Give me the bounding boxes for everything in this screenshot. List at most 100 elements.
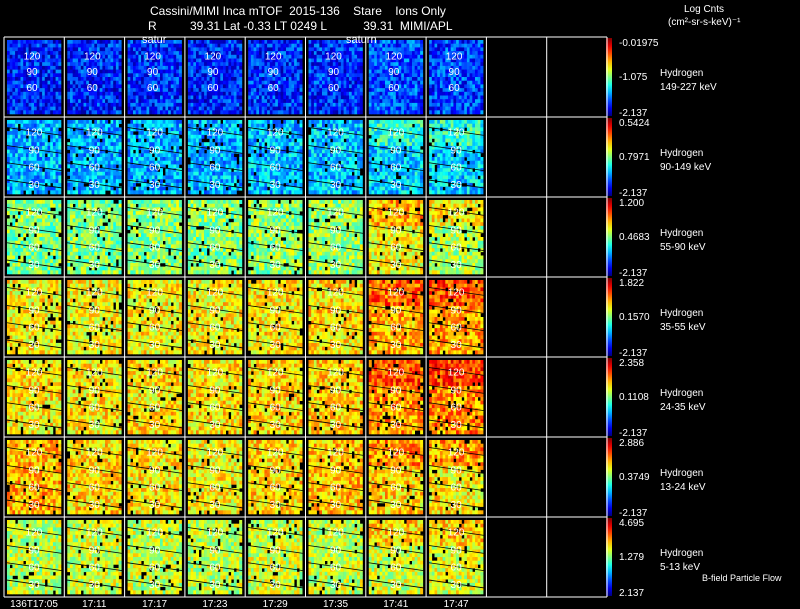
heatmap-pixel [113,99,117,104]
heatmap-pixel [280,77,284,81]
heatmap-pixel [431,106,435,111]
heatmap-pixel [168,186,172,191]
heatmap-pixel [225,62,229,67]
heatmap-pixel [228,110,232,115]
heatmap-pixel [105,164,109,169]
heatmap-pixel [264,153,268,158]
heatmap-pixel [319,88,323,93]
heatmap-pixel [67,106,71,111]
heatmap-pixel [78,88,82,93]
heatmap-pixel [190,120,194,124]
heatmap-pixel [118,91,122,96]
heatmap-pixel [340,84,344,89]
heatmap-pixel [385,95,388,100]
heatmap-pixel [201,123,205,128]
heatmap-pixel [338,99,342,104]
heatmap-pixel [264,186,268,191]
heatmap-pixel [414,73,418,78]
heatmap-pixel [236,54,240,59]
heatmap-pixel [206,62,210,67]
heatmap-pixel [9,95,13,100]
heatmap-pixel [178,182,182,187]
heatmap-pixel [368,88,372,93]
heatmap-pixel [143,102,147,107]
heatmap-pixel [176,73,180,78]
heatmap-pixel [190,149,194,154]
heatmap-pixel [316,58,320,63]
heatmap-pixel [390,110,394,115]
heatmap-pixel [351,51,355,56]
heatmap-pixel [130,123,134,128]
contour-label: 90 [28,145,40,156]
heatmap-pixel [272,43,276,48]
heatmap-pixel [23,149,27,154]
heatmap-pixel [138,95,142,100]
heatmap-pixel [130,168,134,173]
heatmap-pixel [52,153,56,158]
heatmap-pixel [204,142,208,147]
heatmap-pixel [294,102,298,107]
heatmap-pixel [343,51,347,56]
heatmap-pixel [280,84,284,89]
heatmap-pixel [294,43,298,48]
heatmap-pixel [223,123,226,128]
heatmap-pixel [412,69,415,74]
heatmap-pixel [248,99,252,104]
heatmap-pixel [187,153,191,158]
heatmap-pixel [52,69,56,74]
heatmap-pixel [52,164,56,169]
heatmap-pixel [168,171,172,176]
heatmap-pixel [272,40,276,44]
heatmap-pixel [7,69,10,74]
heatmap-pixel [135,106,139,111]
heatmap-pixel [212,99,216,104]
heatmap-pixel [269,120,273,124]
heatmap-pixel [313,69,317,74]
heatmap-pixel [170,179,174,184]
heatmap-pixel [17,134,21,139]
heatmap-pixel [406,95,410,100]
heatmap-pixel [70,51,73,56]
heatmap-pixel [99,175,103,180]
heatmap-pixel [294,40,298,44]
heatmap-pixel [102,157,106,161]
heatmap-pixel [412,65,415,70]
heatmap-pixel [193,51,197,56]
heatmap-pixel [91,110,95,115]
heatmap-pixel [253,43,257,48]
heatmap-pixel [239,120,243,124]
heatmap-pixel [294,73,298,78]
heatmap-pixel [118,69,122,74]
heatmap-pixel [431,54,435,59]
heatmap-pixel [431,80,435,85]
heatmap-pixel [357,51,361,56]
heatmap-pixel [80,131,84,136]
heatmap-pixel [143,106,147,111]
heatmap-pixel [223,179,226,184]
heatmap-pixel [118,110,122,115]
heatmap-pixel [50,62,54,67]
heatmap-pixel [228,164,232,169]
heatmap-pixel [368,95,372,100]
heatmap-pixel [110,84,114,89]
heatmap-pixel [115,142,119,147]
heatmap-pixel [72,190,76,195]
heatmap-pixel [286,65,289,70]
heatmap-pixel [162,58,166,63]
heatmap-pixel [127,182,131,187]
heatmap-pixel [223,54,226,59]
heatmap-pixel [429,77,433,81]
heatmap-pixel [196,84,199,89]
heatmap-pixel [259,102,262,107]
heatmap-pixel [91,106,95,111]
heatmap-pixel [196,77,199,81]
heatmap-pixel [176,88,180,93]
heatmap-pixel [187,149,191,154]
heatmap-pixel [47,84,51,89]
heatmap-pixel [406,88,410,93]
heatmap-pixel [429,88,433,93]
heatmap-pixel [291,88,295,93]
heatmap-pixel [277,120,281,124]
heatmap-pixel [80,84,84,89]
heatmap-pixel [52,145,56,150]
